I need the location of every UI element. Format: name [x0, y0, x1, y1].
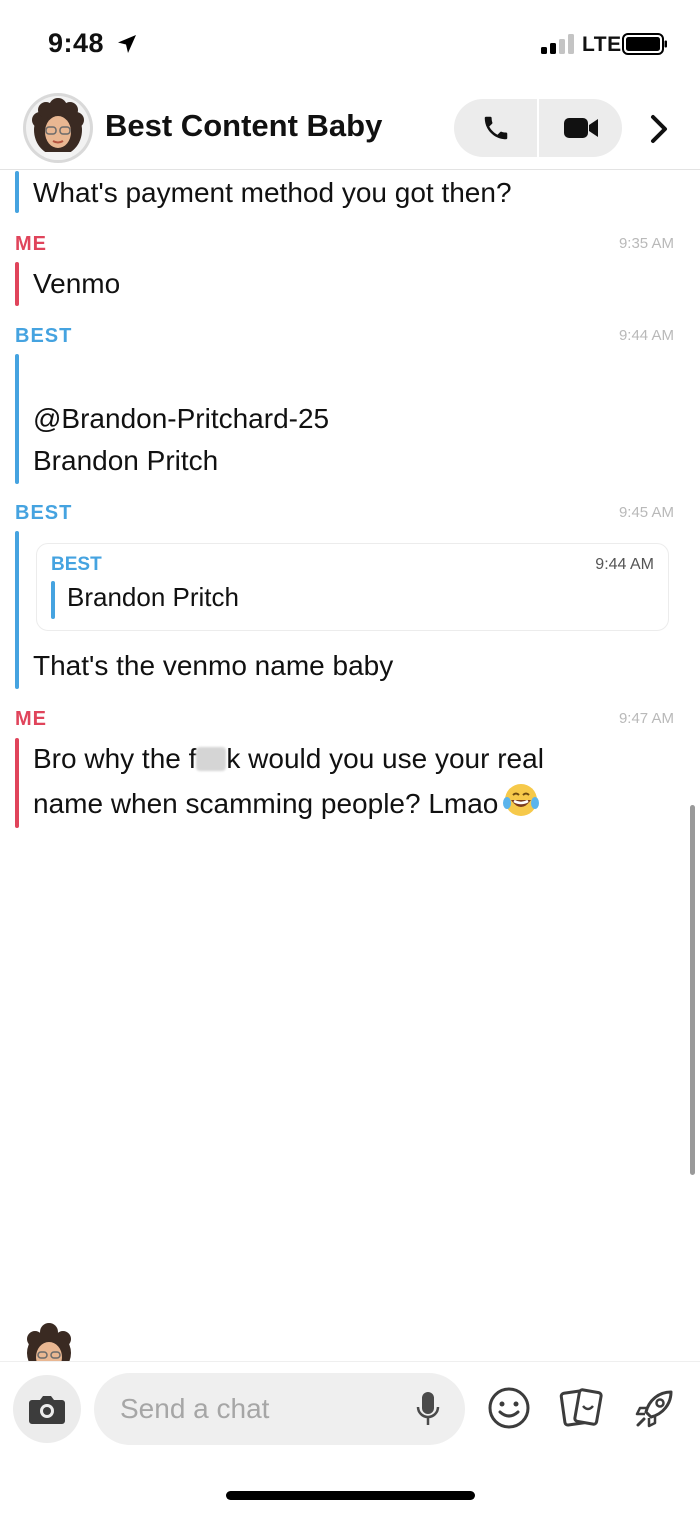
quote-sender-label: BEST [51, 554, 102, 575]
camera-icon [29, 1396, 65, 1424]
video-camera-icon [563, 118, 598, 138]
friend-bitmoji-peek [23, 1323, 75, 1361]
sender-color-bar [15, 531, 19, 689]
smiley-icon [488, 1387, 530, 1429]
sender-label: BEST [15, 502, 73, 524]
more-button[interactable] [640, 110, 678, 148]
sender-color-bar [15, 262, 19, 306]
message-timestamp: 9:44 AM [618, 327, 674, 344]
sender-label: ME [15, 233, 47, 255]
home-indicator[interactable] [226, 1491, 475, 1500]
status-bar: 9:48 LTE [0, 0, 700, 90]
carrier-label: LTE [582, 33, 622, 56]
camera-button[interactable] [13, 1375, 81, 1443]
message-text: Venmo [33, 268, 121, 299]
cellular-signal-icon [541, 34, 574, 54]
message-timestamp: 9:45 AM [618, 504, 674, 521]
call-controls [454, 99, 622, 157]
bitmoji-avatar-icon [32, 98, 84, 160]
message-text: What's payment method you got then? [33, 177, 512, 208]
message-text[interactable]: @Brandon-Pritchard-25 [33, 397, 329, 441]
message-text: name when scamming people? Lmao [33, 781, 540, 826]
chat-title[interactable]: Best Content Baby [105, 108, 382, 144]
games-button[interactable] [632, 1385, 678, 1431]
chat-input[interactable] [120, 1389, 400, 1429]
sticker-cards-icon [559, 1388, 603, 1427]
quote-timestamp: 9:44 AM [595, 556, 654, 573]
battery-icon [622, 33, 667, 55]
quoted-message[interactable]: BEST 9:44 AM Brandon Pritch [36, 543, 669, 631]
message-timestamp: 9:47 AM [618, 710, 674, 727]
sender-color-bar [15, 171, 19, 213]
status-time: 9:48 [48, 28, 105, 58]
message-text: Brandon Pritch [33, 445, 219, 476]
sender-label: BEST [15, 325, 73, 347]
microphone-icon [416, 1392, 440, 1425]
voice-call-button[interactable] [454, 99, 537, 157]
laughing-tears-emoji [503, 784, 540, 816]
quote-text: Brandon Pritch [67, 582, 239, 612]
chevron-right-icon [651, 115, 667, 143]
message-text: That's the venmo name baby [33, 650, 394, 681]
message-timestamp: 9:35 AM [618, 235, 674, 252]
video-call-button[interactable] [539, 99, 622, 157]
rocket-icon [635, 1390, 673, 1428]
composer-bar [0, 1361, 700, 1515]
censored-text-blur [196, 747, 227, 771]
location-arrow-icon [118, 35, 136, 53]
phone-icon [484, 116, 507, 140]
stickers-button[interactable] [559, 1385, 605, 1431]
chat-header: Best Content Baby [0, 90, 700, 170]
message-list[interactable]: What's payment method you got then? ME 9… [0, 171, 700, 1361]
bitmoji-avatar-icon [27, 1323, 71, 1361]
scrollbar-thumb[interactable] [690, 805, 695, 1175]
sender-color-bar [15, 738, 19, 828]
sender-label: ME [15, 708, 47, 730]
message-text: Bro why the fk would you use your real [33, 743, 544, 774]
sender-color-bar [15, 354, 19, 484]
chat-input-container[interactable] [94, 1373, 465, 1445]
avatar[interactable] [23, 93, 93, 163]
emoji-button[interactable] [486, 1385, 532, 1431]
quote-color-bar [51, 581, 55, 619]
microphone-button[interactable] [413, 1389, 443, 1429]
